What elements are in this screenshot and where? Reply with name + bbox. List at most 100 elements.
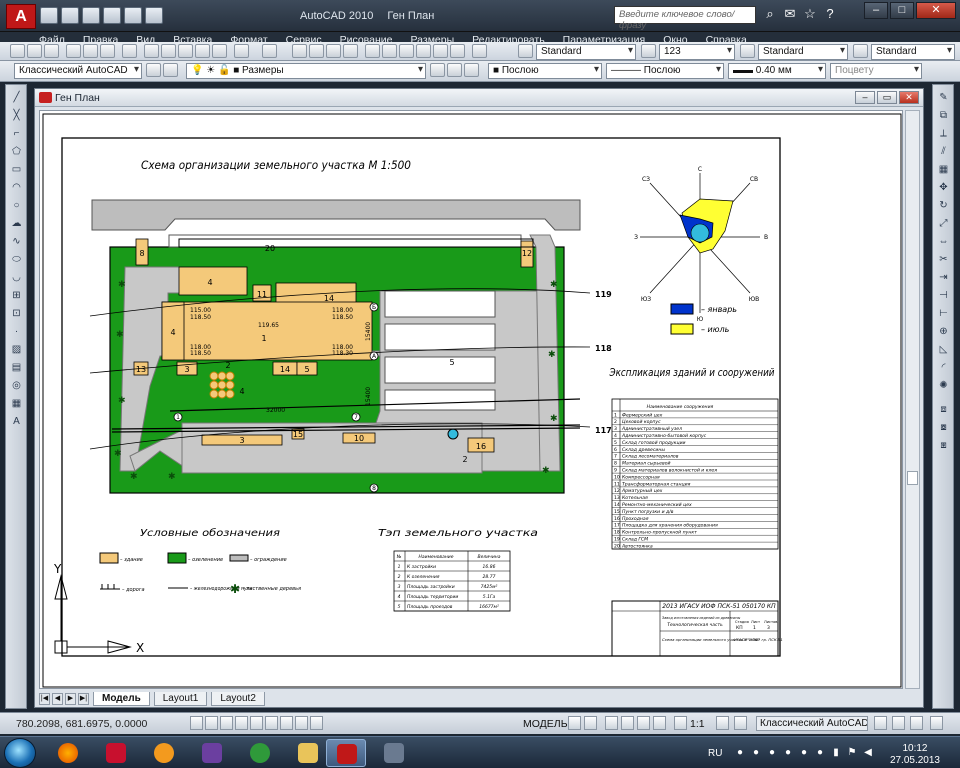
ellipse-icon[interactable]: ⬭ [9, 253, 24, 267]
polar-toggle-icon[interactable] [235, 716, 248, 730]
plot-preview-icon[interactable] [83, 44, 98, 58]
auto-scale-icon[interactable] [734, 716, 747, 730]
tray-app-icon[interactable]: ● [798, 747, 810, 759]
dim-style-select[interactable]: Standard [758, 44, 848, 60]
taskbar-autocad[interactable] [326, 739, 366, 767]
join-icon[interactable]: ⊕ [936, 325, 951, 339]
insert-block-icon[interactable]: ⊞ [9, 289, 24, 303]
quick-view-layouts-icon[interactable] [568, 716, 581, 730]
block-editor-icon[interactable] [212, 44, 227, 58]
plotstyle-select[interactable]: Поцвету [830, 63, 922, 79]
dim-style-icon[interactable] [641, 44, 656, 58]
break-point-icon[interactable]: ⊣ [936, 289, 951, 303]
text-style-select[interactable]: Standard [536, 44, 636, 60]
tab-layout1[interactable]: Layout1 [153, 691, 208, 706]
undo-icon[interactable] [234, 44, 249, 58]
color-select[interactable]: ■ Послою [488, 63, 602, 79]
application-menu-button[interactable]: A [6, 4, 36, 29]
language-indicator[interactable]: RU [708, 748, 722, 759]
osnap-toggle-icon[interactable] [250, 716, 263, 730]
annotation-scale-icon[interactable] [674, 716, 687, 730]
snap-toggle-icon[interactable] [190, 716, 203, 730]
copy-object-icon[interactable]: ⧉ [936, 109, 951, 123]
copy-icon[interactable] [161, 44, 176, 58]
pan-icon[interactable] [292, 44, 307, 58]
start-button[interactable] [4, 738, 36, 768]
binoculars-icon[interactable]: ⌕ [762, 6, 778, 22]
text-style-icon[interactable] [518, 44, 533, 58]
next-tab-icon[interactable]: ▶ [65, 692, 76, 705]
construction-line-icon[interactable]: ╳ [9, 109, 24, 123]
maximize-icon[interactable]: □ [890, 2, 914, 19]
redo-icon[interactable] [262, 44, 277, 58]
plot-icon[interactable] [66, 44, 81, 58]
layer-select[interactable]: 💡 ☀ 🔓 ■ Размеры [186, 63, 426, 79]
open-icon[interactable] [61, 7, 79, 24]
stretch-icon[interactable]: ⇔ [936, 235, 951, 249]
fillet-icon[interactable]: ◜ [936, 361, 951, 375]
layer-previous-icon[interactable] [447, 63, 462, 77]
taskbar-app[interactable] [374, 739, 414, 767]
draworder-icon[interactable]: ⧈ [936, 403, 951, 417]
taskbar-visual-studio[interactable] [192, 739, 232, 767]
rectangle-icon[interactable]: ▭ [9, 163, 24, 177]
paste-icon[interactable] [178, 44, 193, 58]
lineweight-toggle-icon[interactable] [310, 716, 323, 730]
grid-toggle-icon[interactable] [205, 716, 218, 730]
explode-icon[interactable]: ✺ [936, 379, 951, 393]
line-icon[interactable]: ╱ [9, 91, 24, 105]
hardware-acceleration-icon[interactable] [892, 716, 905, 730]
open-icon[interactable] [27, 44, 42, 58]
tray-app-icon[interactable]: ● [782, 747, 794, 759]
taskbar-utorrent[interactable] [240, 739, 280, 767]
sheet-set-icon[interactable] [416, 44, 431, 58]
flag-icon[interactable]: ⚑ [846, 747, 858, 759]
markup-icon[interactable] [433, 44, 448, 58]
save-icon[interactable] [82, 7, 100, 24]
properties-icon[interactable] [365, 44, 380, 58]
gradient-icon[interactable]: ▤ [9, 361, 24, 375]
favorites-icon[interactable]: ☆ [802, 6, 818, 22]
annotation-visibility-icon[interactable] [716, 716, 729, 730]
steeringwheel-icon[interactable] [637, 716, 650, 730]
communication-center-icon[interactable]: ✉ [782, 6, 798, 22]
3d-dwf-icon[interactable] [122, 44, 137, 58]
drawing-canvas[interactable]: Схема организации земельного участка М 1… [39, 110, 903, 689]
multileader-style-icon[interactable] [853, 44, 868, 58]
network-icon[interactable]: ▮ [830, 747, 842, 759]
publish-icon[interactable] [100, 44, 115, 58]
table-style-icon[interactable] [740, 44, 755, 58]
taskbar-firefox[interactable] [48, 739, 88, 767]
last-tab-icon[interactable]: ▶| [78, 692, 89, 705]
ducs-toggle-icon[interactable] [280, 716, 293, 730]
close-icon[interactable]: ✕ [899, 91, 919, 104]
lineweight-select[interactable]: ▬▬ 0.40 мм [728, 63, 826, 79]
pan-icon[interactable] [605, 716, 618, 730]
minimize-icon[interactable]: – [864, 2, 888, 19]
ellipse-arc-icon[interactable]: ◡ [9, 271, 24, 285]
workspace-switch[interactable]: Классический AutoCAD [756, 716, 868, 731]
showmotion-icon[interactable] [653, 716, 666, 730]
quick-view-drawings-icon[interactable] [584, 716, 597, 730]
first-tab-icon[interactable]: |◀ [39, 692, 50, 705]
minimize-icon[interactable]: – [855, 91, 875, 104]
tab-model[interactable]: Модель [93, 691, 150, 706]
move-icon[interactable]: ✥ [936, 181, 951, 195]
layer-manager-icon[interactable] [163, 63, 178, 77]
vertical-scrollbar[interactable] [905, 110, 920, 689]
otrack-toggle-icon[interactable] [265, 716, 278, 730]
new-icon[interactable] [40, 7, 58, 24]
model-space-button[interactable]: МОДЕЛЬ [523, 718, 568, 730]
prev-tab-icon[interactable]: ◀ [52, 692, 63, 705]
layer-states-icon[interactable] [464, 63, 479, 77]
match-properties-icon[interactable] [195, 44, 210, 58]
polygon-icon[interactable]: ⬠ [9, 145, 24, 159]
ortho-toggle-icon[interactable] [220, 716, 233, 730]
spline-icon[interactable]: ∿ [9, 235, 24, 249]
zoom-icon[interactable] [621, 716, 634, 730]
dyn-toggle-icon[interactable] [295, 716, 308, 730]
zoom-window-icon[interactable] [326, 44, 341, 58]
extend-icon[interactable]: ⇥ [936, 271, 951, 285]
restore-icon[interactable]: ▭ [877, 91, 897, 104]
zoom-realtime-icon[interactable] [309, 44, 324, 58]
